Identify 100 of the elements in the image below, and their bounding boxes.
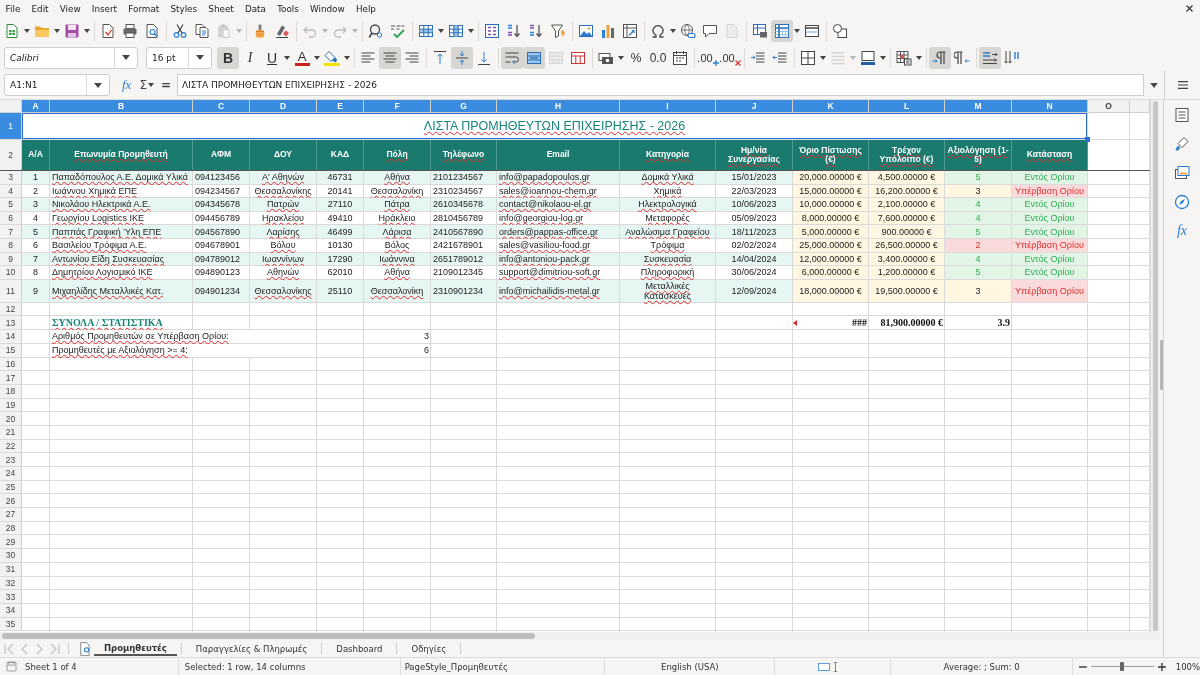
number-format-button[interactable]: 0.0 (647, 46, 669, 69)
row-header[interactable]: 2 (0, 140, 22, 170)
menu-item[interactable]: Help (350, 3, 382, 14)
columns-grid-icon[interactable] (448, 22, 464, 39)
row-header[interactable]: 3 (0, 171, 22, 184)
row-header[interactable]: 33 (0, 590, 22, 603)
menu-item[interactable]: Data (239, 3, 272, 14)
font-size-field[interactable]: 16 pt (146, 46, 212, 69)
shapes-icon[interactable] (832, 22, 848, 39)
caret-icon[interactable] (916, 55, 922, 60)
row-header[interactable]: 10 (0, 266, 22, 279)
caret-icon[interactable] (84, 28, 90, 33)
column-header[interactable]: M (945, 100, 1012, 113)
menu-item[interactable]: View (54, 3, 87, 14)
column-header[interactable]: C (193, 100, 250, 113)
menu-item[interactable]: Format (122, 3, 165, 14)
column-header[interactable]: O (1088, 100, 1130, 113)
close-icon[interactable] (1185, 4, 1194, 13)
caret-icon[interactable] (54, 28, 60, 33)
split-window-icon[interactable] (804, 22, 820, 39)
column-header[interactable]: H (497, 100, 620, 113)
comment-icon[interactable] (702, 22, 718, 39)
sheet-tab[interactable]: Παραγγελίες & Πληρωμές (185, 641, 318, 656)
name-box-field[interactable]: A1:N1 (4, 74, 110, 96)
sort-descending-icon[interactable] (528, 22, 544, 39)
row-header[interactable]: 24 (0, 467, 22, 480)
copy-icon[interactable] (194, 22, 210, 39)
function-wizard-button[interactable]: fx (122, 77, 132, 93)
column-header[interactable]: F (364, 100, 431, 113)
add-decimal-button[interactable]: .00 (697, 46, 719, 69)
spreadsheet-document-icon[interactable] (4, 22, 20, 39)
caret-icon[interactable] (468, 28, 474, 33)
menu-item[interactable]: File (0, 3, 26, 14)
pivot-table-icon[interactable] (622, 22, 638, 39)
italic-button[interactable]: I (239, 46, 261, 69)
language-indicator[interactable]: English (USA) (661, 661, 719, 672)
caret-icon[interactable] (344, 55, 350, 60)
percent-format-button[interactable]: % (625, 46, 647, 69)
font-name-field[interactable]: Calibri (4, 46, 138, 69)
scrollbar-thumb[interactable] (1153, 101, 1158, 631)
caret-icon[interactable] (618, 55, 624, 60)
caret-icon[interactable] (148, 83, 154, 87)
unmerge-cells-icon[interactable] (570, 49, 586, 66)
zoom-in-icon[interactable] (1157, 662, 1166, 671)
menu-item[interactable]: Tools (271, 3, 305, 14)
sort-ascending-icon[interactable] (506, 22, 522, 39)
caret-icon[interactable] (94, 82, 102, 88)
font-color-button[interactable]: A (291, 46, 313, 69)
caret-icon[interactable] (284, 55, 290, 60)
caret-icon[interactable] (196, 55, 204, 60)
row-header[interactable]: 14 (0, 330, 22, 343)
image-icon[interactable] (578, 22, 594, 39)
caret-icon[interactable] (438, 28, 444, 33)
add-sheet-icon[interactable] (79, 641, 90, 656)
column-header[interactable]: J (716, 100, 793, 113)
selection-mode-icon[interactable] (817, 662, 830, 671)
compass-icon[interactable] (1174, 194, 1190, 210)
borders-icon[interactable] (800, 49, 816, 66)
hyperlink-icon[interactable] (680, 22, 696, 39)
menu-item[interactable]: Edit (25, 3, 55, 14)
row-header[interactable]: 26 (0, 494, 22, 508)
find-replace-icon[interactable] (368, 22, 384, 39)
column-header[interactable]: D (250, 100, 317, 113)
formula-input-field[interactable]: ΛΙΣΤΑ ΠΡΟΜΗΘΕΥΤΩΝ ΕΠΙΧΕΙΡΗΣΗΣ - 2026 (177, 74, 1144, 96)
save-icon[interactable] (6, 661, 17, 672)
omega-icon[interactable] (650, 22, 666, 39)
functions-button[interactable]: fx (1176, 223, 1188, 239)
save-icon[interactable] (64, 22, 80, 39)
rows-grid-icon[interactable] (418, 22, 434, 39)
bold-button[interactable]: B (217, 46, 239, 69)
caret-icon[interactable] (122, 55, 130, 60)
column-header[interactable]: A (22, 100, 50, 113)
print-area-icon[interactable] (752, 22, 768, 39)
row-header[interactable]: 13 (0, 316, 22, 330)
column-header[interactable]: L (869, 100, 945, 113)
column-header[interactable]: G (431, 100, 497, 113)
caret-icon[interactable] (880, 55, 886, 60)
underline-button[interactable]: U (261, 46, 283, 69)
brush-icon[interactable] (1174, 136, 1190, 152)
scrollbar-thumb[interactable] (2, 633, 535, 639)
sheet-tab[interactable]: Προμηθευτές (94, 641, 177, 656)
caret-icon[interactable] (670, 28, 676, 33)
sum-button[interactable]: Σ (139, 78, 147, 92)
formula-button[interactable]: = (161, 78, 172, 92)
calendar-icon[interactable] (672, 49, 688, 66)
row-header[interactable]: 17 (0, 371, 22, 384)
row-header[interactable]: 20 (0, 412, 22, 425)
bar-chart-icon[interactable] (600, 22, 616, 39)
sheet-tab[interactable]: Dashboard (326, 641, 393, 656)
row-header[interactable]: 1 (0, 113, 22, 139)
column-header[interactable]: E (317, 100, 364, 113)
row-header[interactable]: 5 (0, 198, 22, 211)
border-color-icon[interactable] (860, 49, 876, 66)
sheet-tab[interactable]: Οδηγίες (401, 641, 457, 656)
column-header[interactable]: I (620, 100, 716, 113)
delete-decimal-button[interactable]: .00 (719, 46, 741, 69)
print-icon[interactable] (122, 22, 138, 39)
column-header[interactable]: B (50, 100, 193, 113)
caret-icon[interactable] (820, 55, 826, 60)
menu-item[interactable]: Styles (164, 3, 203, 14)
